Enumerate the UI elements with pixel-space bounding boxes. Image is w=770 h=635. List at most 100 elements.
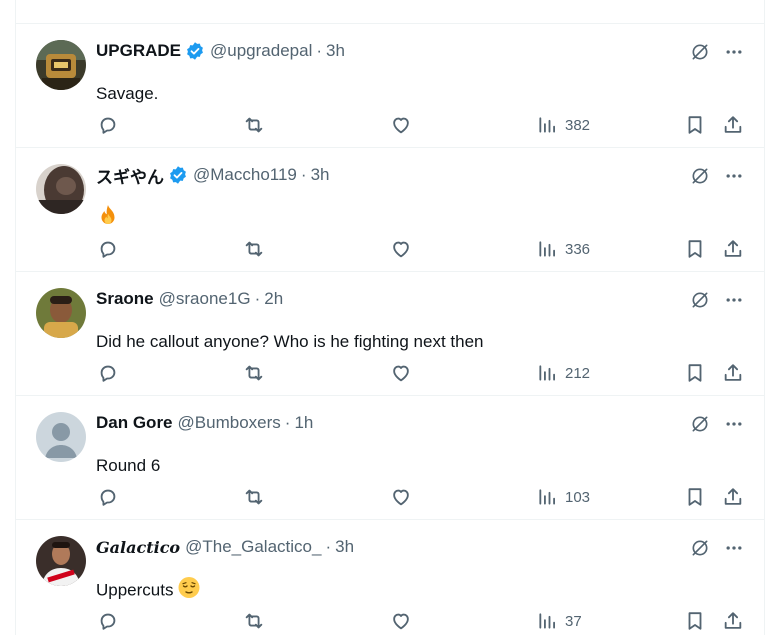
- bookmark-icon: [688, 240, 702, 258]
- timestamp[interactable]: 2h: [264, 289, 283, 309]
- reply-icon: [100, 241, 116, 258]
- reply-button[interactable]: [97, 606, 119, 635]
- handle[interactable]: @Bumboxers: [178, 413, 281, 433]
- like-button[interactable]: [390, 110, 412, 140]
- tweet-body: Round 6: [96, 456, 161, 475]
- more-icon[interactable]: [724, 42, 744, 67]
- retweet-button[interactable]: [243, 358, 265, 388]
- retweet-button[interactable]: [243, 110, 265, 140]
- reply-button[interactable]: [97, 234, 119, 264]
- timestamp[interactable]: 3h: [335, 537, 354, 557]
- views-button[interactable]: 336: [537, 234, 590, 264]
- more-icon[interactable]: [724, 538, 744, 563]
- handle[interactable]: @upgradepal: [210, 41, 312, 61]
- retweet-icon: [245, 613, 263, 629]
- tweet-header: Sraone @sraone1G · 2h: [96, 288, 283, 310]
- avatar[interactable]: [36, 412, 86, 462]
- tweet-actions: 212: [16, 358, 764, 388]
- retweet-icon: [245, 489, 263, 505]
- tweet-header: UPGRADE @upgradepal · 3h: [96, 40, 345, 62]
- tweet-actions: 382: [16, 110, 764, 140]
- bookmark-button[interactable]: [684, 110, 706, 140]
- views-button[interactable]: 212: [537, 358, 590, 388]
- tweet[interactable]: Sraone @sraone1G · 2h Did he callout any…: [16, 272, 764, 396]
- tweet-top-icons: [690, 42, 744, 67]
- share-icon: [724, 488, 742, 505]
- like-icon: [393, 241, 409, 258]
- grok-icon[interactable]: [690, 414, 710, 439]
- fire-emoji-icon: [96, 204, 120, 233]
- grok-icon[interactable]: [690, 290, 710, 315]
- share-button[interactable]: [722, 110, 744, 140]
- views-count: 336: [565, 240, 591, 258]
- tweet-text: Savage.: [96, 84, 158, 104]
- share-icon: [724, 240, 742, 257]
- share-button[interactable]: [722, 482, 744, 512]
- share-button[interactable]: [722, 234, 744, 264]
- more-icon[interactable]: [724, 414, 744, 439]
- views-button[interactable]: 382: [537, 110, 590, 140]
- retweet-button[interactable]: [243, 606, 265, 635]
- avatar[interactable]: [36, 536, 86, 586]
- views-count: 382: [565, 116, 591, 134]
- tweet-text: Uppercuts: [96, 576, 201, 605]
- tweet[interactable]: UPGRADE @upgradepal · 3h Savage. 382: [16, 24, 764, 148]
- timestamp[interactable]: 3h: [311, 165, 330, 185]
- like-icon: [393, 489, 409, 506]
- like-button[interactable]: [390, 606, 412, 635]
- display-name[interactable]: Dan Gore: [96, 413, 173, 433]
- tweet-header: スギやん @Maccho119 · 3h: [96, 163, 330, 188]
- grok-icon[interactable]: [690, 538, 710, 563]
- reply-button[interactable]: [97, 358, 119, 388]
- tweet-actions: 103: [16, 482, 764, 512]
- timestamp[interactable]: 1h: [294, 413, 313, 433]
- tweet-actions: 37: [16, 606, 764, 635]
- bookmark-icon: [688, 364, 702, 382]
- share-button[interactable]: [722, 358, 744, 388]
- tweet-text: Round 6: [96, 456, 160, 476]
- views-button[interactable]: 37: [537, 606, 582, 635]
- reply-button[interactable]: [97, 482, 119, 512]
- share-button[interactable]: [722, 606, 744, 635]
- grok-icon[interactable]: [690, 166, 710, 191]
- handle[interactable]: @sraone1G: [159, 289, 251, 309]
- retweet-icon: [245, 117, 263, 133]
- tweet-top-icons: [690, 166, 744, 191]
- display-name[interactable]: Sraone: [96, 289, 154, 309]
- display-name[interactable]: UPGRADE: [96, 41, 181, 61]
- bookmark-button[interactable]: [684, 606, 706, 635]
- reply-button[interactable]: [97, 110, 119, 140]
- bookmark-icon: [688, 612, 702, 630]
- bookmark-button[interactable]: [684, 234, 706, 264]
- reply-timeline: UPGRADE @upgradepal · 3h Savage. 382 スギや…: [15, 0, 765, 635]
- more-icon[interactable]: [724, 290, 744, 315]
- avatar[interactable]: [36, 164, 86, 214]
- avatar[interactable]: [36, 288, 86, 338]
- handle[interactable]: @The_Galactico_: [185, 537, 321, 557]
- like-icon: [393, 613, 409, 630]
- tweet-body: Savage.: [96, 84, 159, 103]
- avatar[interactable]: [36, 40, 86, 90]
- like-button[interactable]: [390, 358, 412, 388]
- views-button[interactable]: 103: [537, 482, 590, 512]
- tweet[interactable]: スギやん @Maccho119 · 3h 336: [16, 148, 764, 272]
- display-name[interactable]: Galactico: [96, 538, 180, 557]
- retweet-button[interactable]: [243, 234, 265, 264]
- timestamp[interactable]: 3h: [326, 41, 345, 61]
- handle[interactable]: @Maccho119: [193, 165, 297, 185]
- tweet[interactable]: Galactico @The_Galactico_ · 3h Uppercuts: [16, 520, 764, 635]
- like-button[interactable]: [390, 234, 412, 264]
- views-icon: [539, 365, 555, 381]
- tweet[interactable]: Dan Gore @Bumboxers · 1h Round 6 103: [16, 396, 764, 520]
- views-icon: [539, 613, 555, 629]
- grok-icon[interactable]: [690, 42, 710, 67]
- tweet-text: Did he callout anyone? Who is he fightin…: [96, 332, 483, 352]
- bookmark-button[interactable]: [684, 482, 706, 512]
- tweet-body: Did he callout anyone? Who is he fightin…: [96, 332, 484, 351]
- bookmark-button[interactable]: [684, 358, 706, 388]
- display-name[interactable]: スギやん: [96, 163, 164, 188]
- like-button[interactable]: [390, 482, 412, 512]
- like-icon: [393, 117, 409, 134]
- more-icon[interactable]: [724, 166, 744, 191]
- retweet-button[interactable]: [243, 482, 265, 512]
